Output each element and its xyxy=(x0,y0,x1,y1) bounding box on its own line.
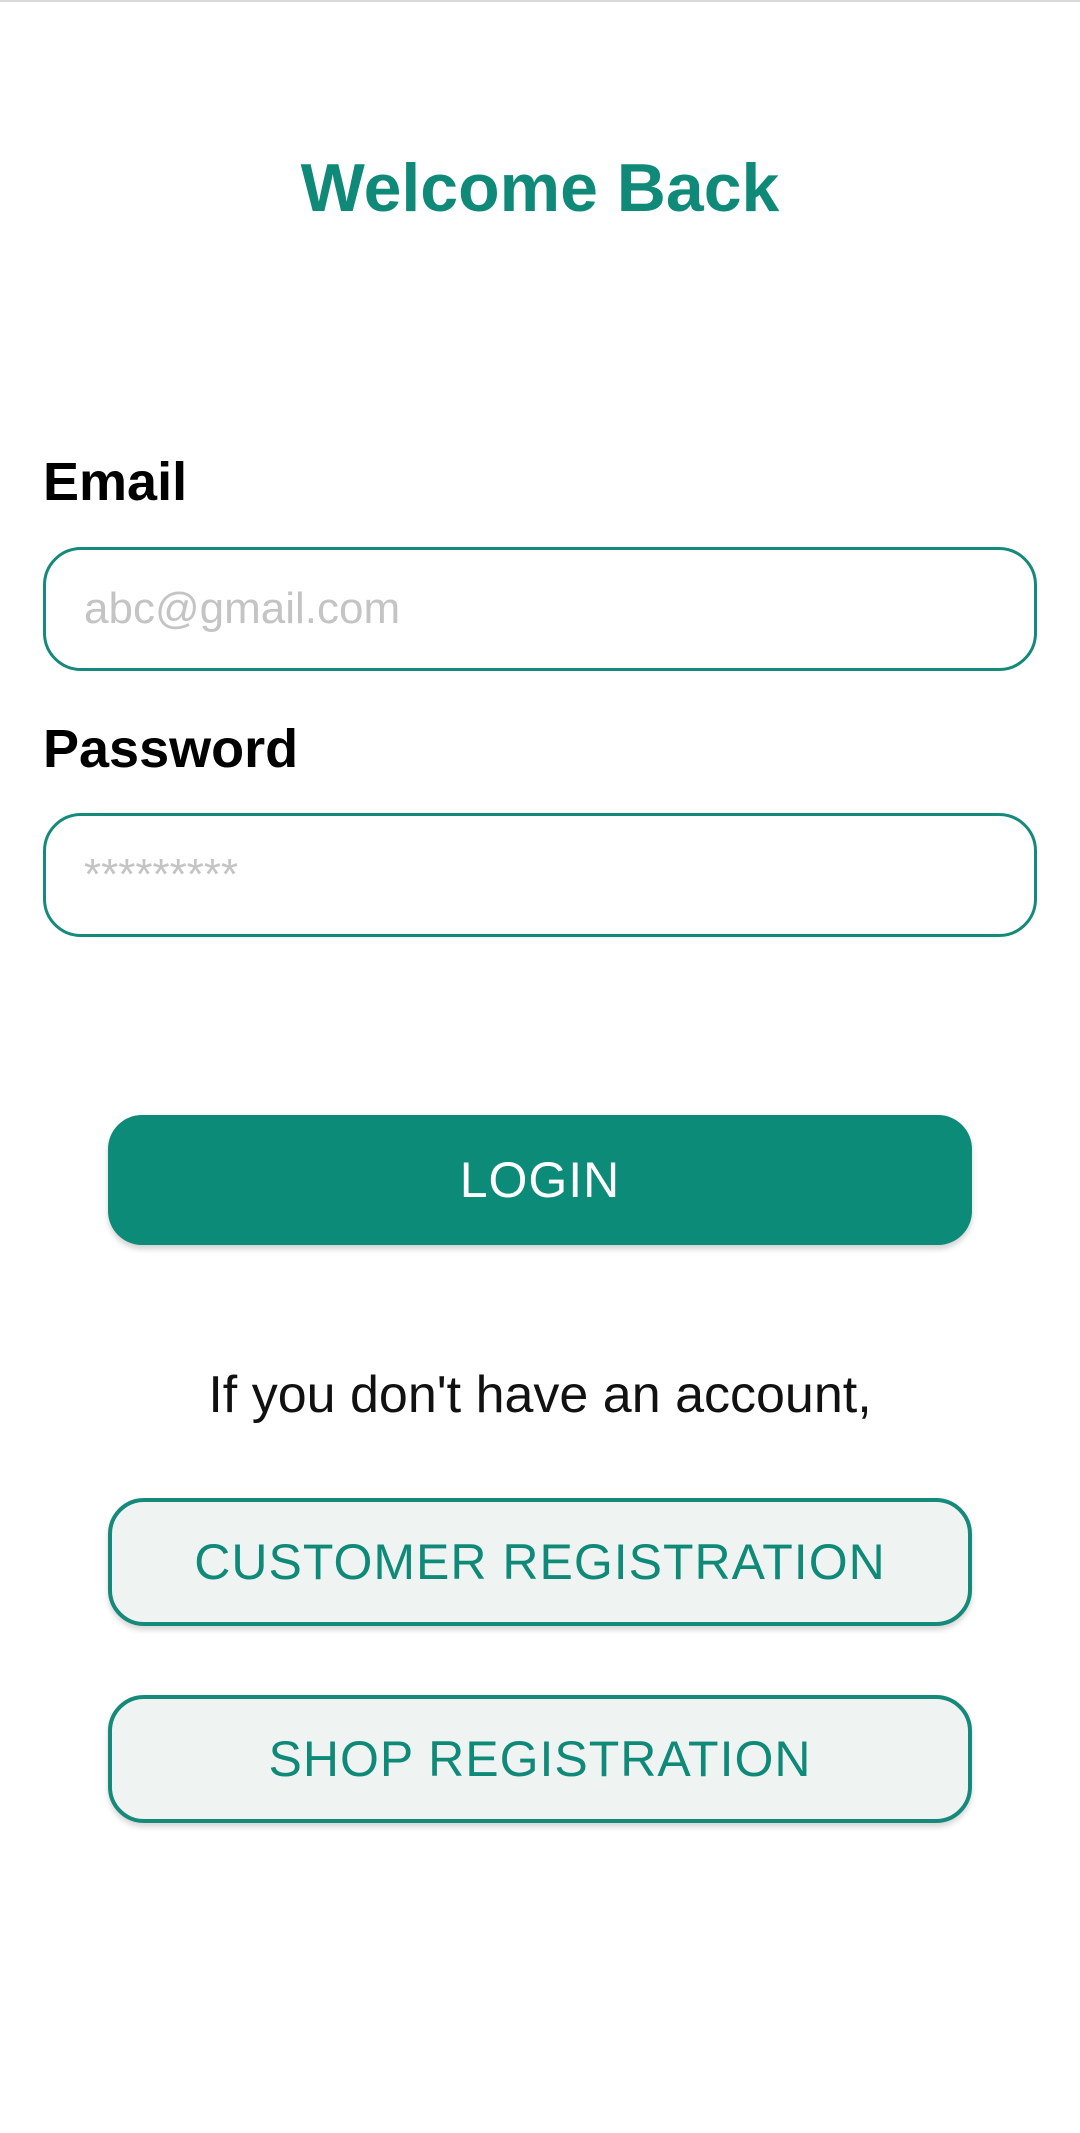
login-button[interactable]: LOGIN xyxy=(108,1115,972,1245)
shop-registration-button[interactable]: SHOP REGISTRATION xyxy=(108,1695,972,1823)
login-screen: Welcome Back Email Password LOGIN If you… xyxy=(0,0,1080,2133)
no-account-text: If you don't have an account, xyxy=(208,1366,872,1424)
page-title: Welcome Back xyxy=(300,150,780,226)
customer-registration-button[interactable]: CUSTOMER REGISTRATION xyxy=(108,1498,972,1626)
email-label: Email xyxy=(43,452,188,512)
top-divider xyxy=(0,0,1080,2)
password-label: Password xyxy=(43,719,299,779)
email-field[interactable] xyxy=(43,547,1037,671)
password-field[interactable] xyxy=(43,813,1037,937)
